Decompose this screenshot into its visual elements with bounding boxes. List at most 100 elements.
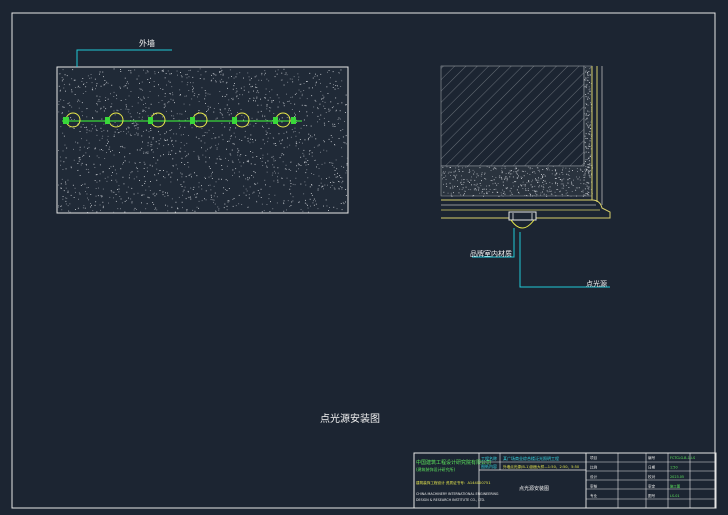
texture-dot xyxy=(240,154,242,155)
texture-dot xyxy=(58,111,60,113)
texture-dot xyxy=(508,172,510,173)
texture-dot xyxy=(253,97,255,99)
texture-dot xyxy=(566,192,568,194)
texture-dot xyxy=(532,190,534,191)
texture-dot xyxy=(282,161,284,163)
texture-dot xyxy=(109,196,111,198)
texture-dot xyxy=(489,189,491,190)
texture-dot xyxy=(527,190,529,191)
texture-dot xyxy=(300,83,302,85)
texture-dot xyxy=(322,94,324,96)
texture-dot xyxy=(205,92,207,94)
texture-dot xyxy=(184,126,186,128)
texture-dot xyxy=(314,134,315,136)
texture-dot xyxy=(570,195,572,197)
texture-dot xyxy=(456,174,458,176)
texture-dot xyxy=(518,175,519,177)
texture-dot xyxy=(584,174,586,176)
texture-dot xyxy=(588,145,590,147)
texture-dot xyxy=(82,184,84,185)
texture-dot xyxy=(290,193,292,195)
texture-dot xyxy=(272,137,274,139)
texture-dot xyxy=(313,200,314,202)
texture-dot xyxy=(104,80,106,81)
texture-dot xyxy=(223,207,225,209)
texture-dot xyxy=(214,137,216,139)
texture-dot xyxy=(585,137,587,139)
texture-dot xyxy=(309,150,310,152)
texture-dot xyxy=(542,191,543,193)
texture-dot xyxy=(171,198,173,200)
texture-dot xyxy=(261,79,262,81)
texture-dot xyxy=(250,138,252,140)
texture-dot xyxy=(141,147,143,149)
texture-dot xyxy=(232,205,234,207)
texture-dot xyxy=(290,136,292,138)
texture-dot xyxy=(131,171,133,173)
tb-field-value: 施工图 xyxy=(670,484,681,489)
texture-dot xyxy=(238,150,240,152)
texture-dot xyxy=(101,149,102,150)
texture-dot xyxy=(528,180,529,182)
texture-dot xyxy=(587,71,589,73)
texture-dot xyxy=(231,160,233,162)
texture-dot xyxy=(89,77,91,79)
texture-dot xyxy=(555,170,556,172)
texture-dot xyxy=(222,95,223,97)
texture-dot xyxy=(250,86,252,88)
texture-dot xyxy=(252,152,254,153)
texture-dot xyxy=(242,94,243,96)
texture-dot xyxy=(312,87,313,89)
texture-dot xyxy=(289,144,291,146)
texture-dot xyxy=(120,208,121,210)
texture-dot xyxy=(188,174,190,176)
texture-dot xyxy=(327,184,328,186)
texture-dot xyxy=(590,128,592,129)
texture-dot xyxy=(474,171,475,173)
texture-dot xyxy=(453,174,455,176)
texture-dot xyxy=(137,128,139,130)
texture-dot xyxy=(103,106,105,108)
texture-dot xyxy=(571,191,573,192)
texture-dot xyxy=(299,83,301,85)
texture-dot xyxy=(228,108,230,110)
texture-dot xyxy=(69,211,71,213)
texture-dot xyxy=(229,153,231,155)
texture-dot xyxy=(256,200,257,202)
texture-dot xyxy=(94,148,96,150)
texture-dot xyxy=(213,73,215,75)
texture-dot xyxy=(555,178,557,179)
texture-dot xyxy=(226,81,228,83)
texture-dot xyxy=(106,139,108,141)
texture-dot xyxy=(571,182,572,183)
texture-dot xyxy=(193,95,195,97)
texture-dot xyxy=(240,87,242,89)
texture-dot xyxy=(586,138,588,139)
texture-dot xyxy=(450,175,451,176)
texture-dot xyxy=(227,200,229,201)
texture-dot xyxy=(184,150,186,152)
texture-dot xyxy=(222,73,224,75)
texture-dot xyxy=(585,71,586,73)
texture-dot xyxy=(86,139,88,141)
texture-dot xyxy=(516,189,518,191)
texture-dot xyxy=(232,97,234,99)
texture-dot xyxy=(450,194,452,196)
texture-dot xyxy=(194,210,196,212)
texture-dot xyxy=(315,84,316,86)
texture-dot xyxy=(224,108,226,110)
texture-dot xyxy=(96,83,98,85)
texture-dot xyxy=(179,89,181,91)
texture-dot xyxy=(587,126,589,128)
texture-dot xyxy=(80,185,82,186)
texture-dot xyxy=(196,121,198,123)
texture-dot xyxy=(257,104,259,106)
texture-dot xyxy=(102,201,104,203)
texture-dot xyxy=(334,88,336,90)
texture-dot xyxy=(186,210,188,212)
texture-dot xyxy=(583,195,584,197)
texture-dot xyxy=(65,90,66,92)
texture-dot xyxy=(77,86,79,88)
texture-dot xyxy=(280,154,282,156)
texture-dot xyxy=(82,78,84,79)
